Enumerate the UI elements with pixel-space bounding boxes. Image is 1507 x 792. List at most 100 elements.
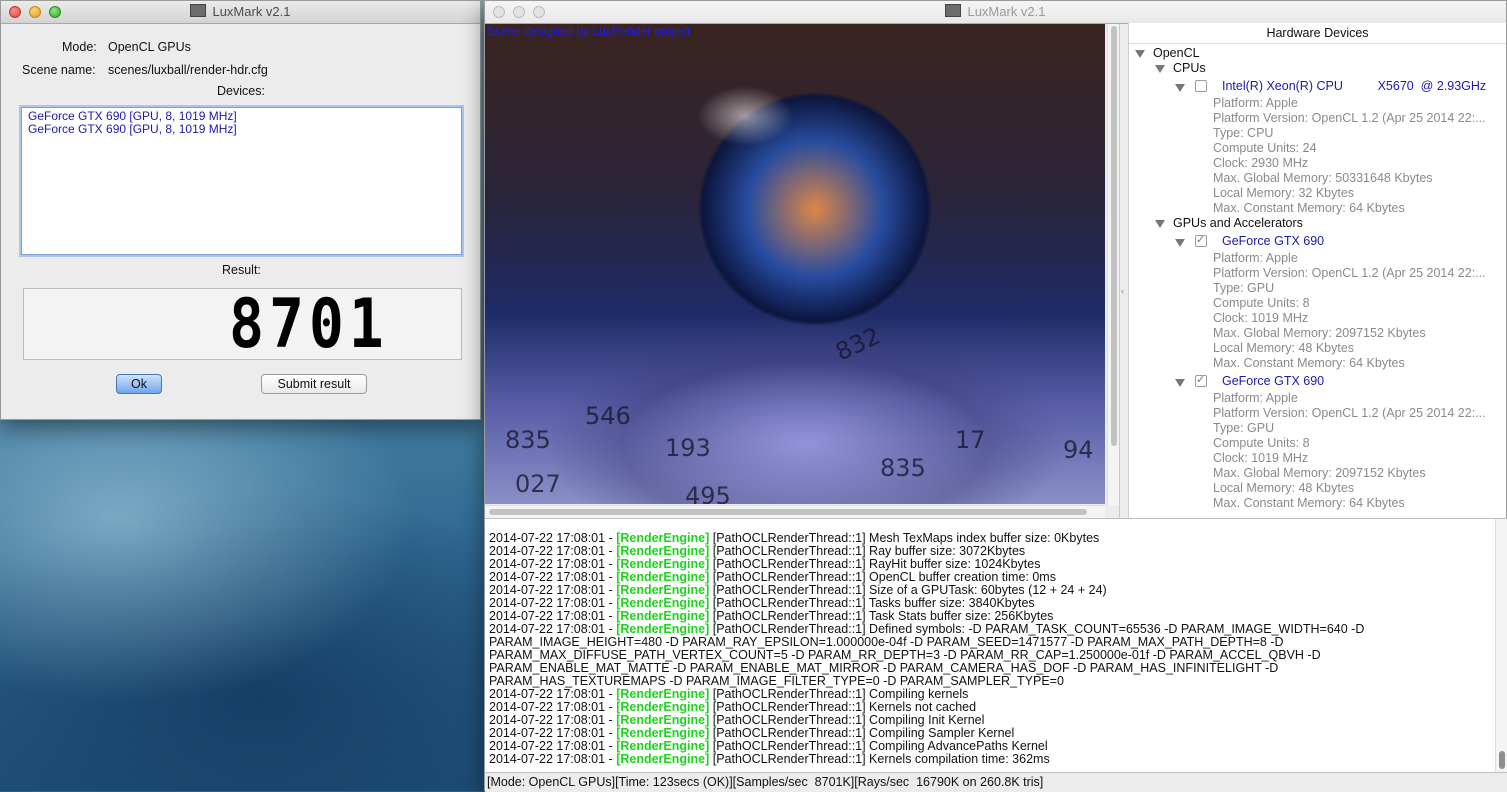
tree-node-cpus[interactable]: CPUs (1173, 61, 1206, 76)
device-list-item[interactable]: GeForce GTX 690 [GPU, 8, 1019 MHz] (28, 123, 455, 136)
main-titlebar[interactable]: LuxMark v2.1 (485, 1, 1506, 24)
log-engine-tag: [RenderEngine] (616, 583, 710, 597)
cpu-property: Clock: 2930 MHz (1213, 156, 1309, 170)
main-window: LuxMark v2.1 Scene designed by LuxRender… (484, 0, 1507, 792)
zoom-button[interactable] (49, 6, 61, 18)
tree-node-gpus[interactable]: GPUs and Accelerators (1173, 216, 1303, 231)
log-engine-tag: [RenderEngine] (616, 570, 710, 584)
hardware-devices-header: Hardware Devices (1129, 23, 1506, 44)
gpu-property: Max. Constant Memory: 64 Kbytes (1213, 496, 1405, 510)
render-number: 832 (831, 321, 885, 367)
log-line: 2014-07-22 17:08:01 - [RenderEngine] [Pa… (489, 753, 1050, 766)
cpu-device-checkbox[interactable] (1195, 80, 1207, 92)
tree-node-cpu-device[interactable]: Intel(R) Xeon(R) CPU X5670 @ 2.93GHz (1222, 79, 1486, 94)
log-message: [PathOCLRenderThread::1] Compiling Sampl… (709, 726, 1015, 740)
sphere-highlight (697, 86, 793, 146)
gpu-device-checkbox[interactable] (1195, 373, 1207, 387)
close-button[interactable] (493, 6, 505, 18)
log-message: [PathOCLRenderThread::1] Compiling Advan… (709, 739, 1048, 753)
collapse-arrow-icon[interactable] (1155, 220, 1165, 228)
log-message: [PathOCLRenderThread::1] Compiling Init … (709, 713, 985, 727)
result-label: Result: (222, 263, 261, 277)
collapse-arrow-icon[interactable] (1135, 50, 1145, 58)
render-number: 546 (585, 402, 631, 430)
render-number: 17 (955, 426, 986, 454)
devices-list[interactable]: GeForce GTX 690 [GPU, 8, 1019 MHz] GeFor… (21, 107, 462, 255)
gpu-property: Platform: Apple (1213, 391, 1298, 405)
log-message: PARAM_IMAGE_HEIGHT=480 -D PARAM_RAY_EPSI… (489, 635, 1284, 649)
log-timestamp: 2014-07-22 17:08:01 - (489, 739, 617, 753)
log-message: [PathOCLRenderThread::1] Ray buffer size… (709, 544, 1026, 558)
zoom-button[interactable] (533, 6, 545, 18)
ok-button[interactable]: Ok (116, 374, 162, 394)
splitter-handle-icon[interactable]: ‹ (1121, 286, 1124, 296)
log-message: [PathOCLRenderThread::1] RayHit buffer s… (709, 557, 1041, 571)
panel-splitter[interactable]: ‹ (1119, 24, 1128, 518)
log-scrollbar[interactable] (1495, 519, 1507, 773)
log-message: PARAM_MAX_DIFFUSE_PATH_VERTEX_COUNT=5 -D… (489, 648, 1321, 662)
scene-name-value: scenes/luxball/render-hdr.cfg (108, 63, 268, 77)
result-value: 8701 (229, 285, 389, 364)
render-horizontal-scrollbar[interactable] (485, 505, 1105, 518)
log-message: PARAM_HAS_TEXTUREMAPS -D PARAM_IMAGE_FIL… (489, 674, 1064, 688)
scrollbar-thumb[interactable] (1499, 751, 1505, 769)
render-number: 193 (665, 434, 711, 462)
hardware-devices-tree[interactable]: Hardware Devices OpenCL CPUs Intel(R) Xe… (1128, 23, 1506, 518)
result-dialog-window: LuxMark v2.1 Mode: OpenCL GPUs Scene nam… (0, 0, 481, 420)
log-timestamp: 2014-07-22 17:08:01 - (489, 557, 617, 571)
gpu-property: Platform Version: OpenCL 1.2 (Apr 25 201… (1213, 406, 1486, 420)
log-timestamp: 2014-07-22 17:08:01 - (489, 713, 617, 727)
cpu-property: Local Memory: 32 Kbytes (1213, 186, 1355, 200)
render-caption: Scene designed by LuxRender project (487, 24, 691, 38)
render-number: 027 (515, 470, 561, 498)
tree-node-gpu-device[interactable]: GeForce GTX 690 (1222, 374, 1324, 389)
log-message: [PathOCLRenderThread::1] Compiling kerne… (709, 687, 969, 701)
minimize-button[interactable] (29, 6, 41, 18)
gpu-property: Local Memory: 48 Kbytes (1213, 341, 1355, 355)
collapse-arrow-icon[interactable] (1155, 65, 1165, 73)
log-engine-tag: [RenderEngine] (616, 531, 710, 545)
log-message: [PathOCLRenderThread::1] Tasks buffer si… (709, 596, 1035, 610)
gpu-property: Clock: 1019 MHz (1213, 451, 1309, 465)
log-timestamp: 2014-07-22 17:08:01 - (489, 752, 617, 766)
mode-label: Mode: (62, 40, 97, 54)
minimize-button[interactable] (513, 6, 525, 18)
result-lcd-display: 8701 (23, 285, 462, 364)
log-message: [PathOCLRenderThread::1] Mesh TexMaps in… (709, 531, 1100, 545)
cpu-property: Platform Version: OpenCL 1.2 (Apr 25 201… (1213, 111, 1486, 125)
submit-result-button[interactable]: Submit result (261, 374, 367, 394)
log-timestamp: 2014-07-22 17:08:01 - (489, 544, 617, 558)
log-message: [PathOCLRenderThread::1] Kernels compila… (709, 752, 1050, 766)
gpu-property: Max. Constant Memory: 64 Kbytes (1213, 356, 1405, 370)
collapse-arrow-icon[interactable] (1175, 239, 1185, 247)
log-panel[interactable]: 2014-07-22 17:08:01 - [RenderEngine] [Pa… (485, 518, 1507, 773)
collapse-arrow-icon[interactable] (1175, 84, 1185, 92)
gpu-property: Compute Units: 8 (1213, 296, 1310, 310)
log-engine-tag: [RenderEngine] (616, 544, 710, 558)
gpu-property: Max. Global Memory: 2097152 Kbytes (1213, 466, 1426, 480)
scrollbar-thumb[interactable] (489, 509, 1087, 515)
gpu-property: Clock: 1019 MHz (1213, 311, 1309, 325)
app-icon (945, 4, 962, 17)
log-message: PARAM_ENABLE_MAT_MATTE -D PARAM_ENABLE_M… (489, 661, 1279, 675)
dialog-titlebar[interactable]: LuxMark v2.1 (1, 1, 480, 24)
log-message: [PathOCLRenderThread::1] Size of a GPUTa… (709, 583, 1107, 597)
scrollbar-thumb[interactable] (1111, 26, 1117, 446)
tree-node-gpu-device[interactable]: GeForce GTX 690 (1222, 234, 1324, 249)
gpu-property: Local Memory: 48 Kbytes (1213, 481, 1355, 495)
main-title: LuxMark v2.1 (967, 4, 1046, 19)
collapse-arrow-icon[interactable] (1175, 379, 1185, 387)
log-engine-tag: [RenderEngine] (616, 596, 710, 610)
render-number: 835 (505, 426, 551, 454)
log-timestamp: 2014-07-22 17:08:01 - (489, 609, 617, 623)
gpu-device-checkbox[interactable] (1195, 233, 1207, 247)
render-preview: Scene designed by LuxRender project 832 … (485, 24, 1105, 504)
log-engine-tag: [RenderEngine] (616, 700, 710, 714)
log-timestamp: 2014-07-22 17:08:01 - (489, 570, 617, 584)
log-timestamp: 2014-07-22 17:08:01 - (489, 700, 617, 714)
close-button[interactable] (9, 6, 21, 18)
log-timestamp: 2014-07-22 17:08:01 - (489, 687, 617, 701)
log-engine-tag: [RenderEngine] (616, 557, 710, 571)
log-engine-tag: [RenderEngine] (616, 622, 710, 636)
tree-node-opencl[interactable]: OpenCL (1153, 46, 1200, 61)
